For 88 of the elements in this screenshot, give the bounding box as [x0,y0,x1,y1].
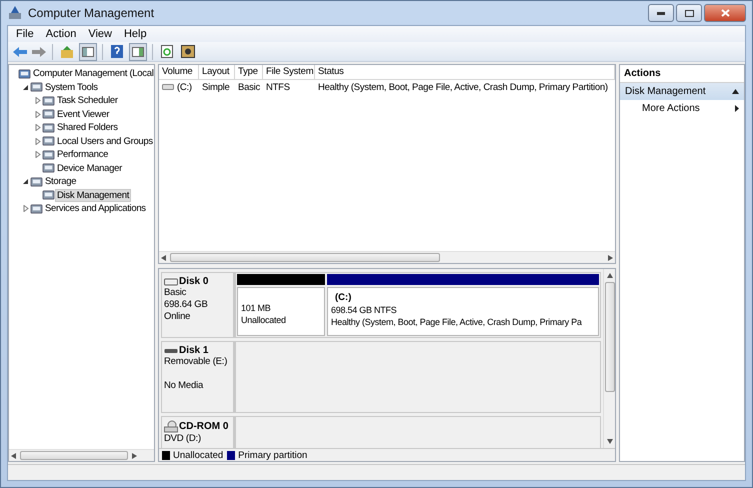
table-cell: Basic [238,82,260,92]
computer-icon [18,68,31,80]
tree-item[interactable]: Disk Management [55,188,132,202]
expand-triangle-icon[interactable] [22,205,29,212]
pane-icon [82,46,94,56]
disk-detail: 698.64 GB [164,299,209,311]
partition-block[interactable]: (C:) 698.54 GB NTFS Healthy (System, Boot, Page File, Active, Crash Dump, Primary Pa [327,287,599,336]
disk-status: No Media [164,380,204,392]
disk-detail: Basic [164,287,188,299]
horizontal-scrollbar[interactable] [9,449,154,461]
volume-icon [162,84,174,90]
forward-arrow-icon[interactable] [31,46,47,58]
properties-icon [181,45,195,58]
tree-item[interactable]: Local Users and Groups [55,134,154,148]
horizontal-scrollbar[interactable] [159,251,615,263]
table-cell: Simple [202,82,230,92]
tree-item[interactable]: Computer Management (Local [31,67,154,80]
app-icon [7,5,23,21]
back-arrow-icon[interactable] [12,46,28,58]
menu-item[interactable]: Action [40,28,82,40]
help-icon [111,45,123,58]
scroll-right-icon[interactable] [608,254,613,260]
tree-item[interactable]: Shared Folders [55,121,120,134]
legend-label: Primary partition [238,450,308,460]
disk-drive-icon [164,278,178,286]
scroll-right-icon[interactable] [132,452,137,458]
collapse-triangle-icon[interactable] [22,178,29,186]
show-tree-button[interactable] [79,42,97,60]
help-button[interactable] [108,42,126,60]
expand-triangle-icon[interactable] [34,97,41,104]
close-button[interactable] [704,4,746,22]
refresh-button[interactable] [158,42,176,60]
expand-triangle-icon[interactable] [34,124,41,132]
show-action-pane-button[interactable] [129,42,147,60]
vertical-scrollbar[interactable] [603,269,615,448]
tree-item[interactable]: System Tools [43,80,100,94]
column-header[interactable]: Volume [159,65,199,79]
disk-info-panel[interactable]: Disk 1 Removable (E:) No Media [161,341,235,413]
menu-item[interactable]: File [10,28,40,40]
close-icon [720,9,730,17]
collapse-arrow-icon [732,89,739,94]
scroll-up-icon[interactable] [606,273,612,278]
legend-label: Unallocated [173,450,224,460]
pane-icon [132,46,144,56]
tree-item[interactable]: Services and Applications [43,202,148,216]
scroll-left-icon[interactable] [11,452,16,458]
minimize-icon [657,12,665,14]
disk-detail: DVD (D:) [164,433,202,445]
tree-item[interactable]: Event Viewer [55,108,112,121]
column-header[interactable]: File System [263,65,315,79]
expand-triangle-icon[interactable] [34,110,41,118]
disk-info-panel[interactable]: CD-ROM 0 DVD (D:) [161,416,235,448]
removable-drive-icon [164,348,178,354]
table-cell: (C:) [177,82,192,92]
expand-triangle-icon[interactable] [34,138,41,145]
refresh-icon [161,45,173,58]
column-header[interactable]: Status [315,65,615,79]
disk-info-panel[interactable]: Disk 0 Basic 698.64 GB Online [161,272,235,338]
action-item[interactable]: More Actions [620,100,744,116]
folder-up-icon [60,46,74,58]
tree-item[interactable]: Performance [55,148,110,162]
window-title: Computer Management [28,6,156,20]
submenu-arrow-icon [735,104,739,112]
column-header[interactable]: Type [235,65,263,79]
scroll-down-icon[interactable] [606,439,612,444]
disk-name: Disk 0 [179,276,208,287]
table-cell: Healthy (System, Boot, Page File, Active, Crash Dump, Primary Partition) [318,82,608,92]
expand-triangle-icon[interactable] [34,151,41,158]
disk-name: Disk 1 [179,345,208,356]
disk-name: CD-ROM 0 [179,421,228,432]
collapse-triangle-icon[interactable] [22,84,29,91]
maximize-button[interactable] [676,4,702,22]
tree-item[interactable]: Device Manager [55,162,124,175]
properties-button[interactable] [179,42,197,60]
tree-item[interactable]: Task Scheduler [55,94,120,108]
optical-drive-icon [164,420,178,433]
disk-detail: Removable (E:) [164,356,228,368]
disk-detail: Online [164,311,192,323]
scroll-left-icon[interactable] [161,254,166,260]
partition-block[interactable]: 101 MB Unallocated [237,287,325,336]
minimize-button[interactable] [648,4,674,22]
table-cell: NTFS [266,82,290,92]
tree-item[interactable]: Storage [43,175,78,188]
actions-section-header[interactable]: Disk Management [620,83,744,100]
maximize-icon [684,10,694,16]
column-header[interactable]: Layout [199,65,235,79]
menu-item[interactable]: View [82,28,118,40]
menu-item[interactable]: Help [118,28,153,40]
